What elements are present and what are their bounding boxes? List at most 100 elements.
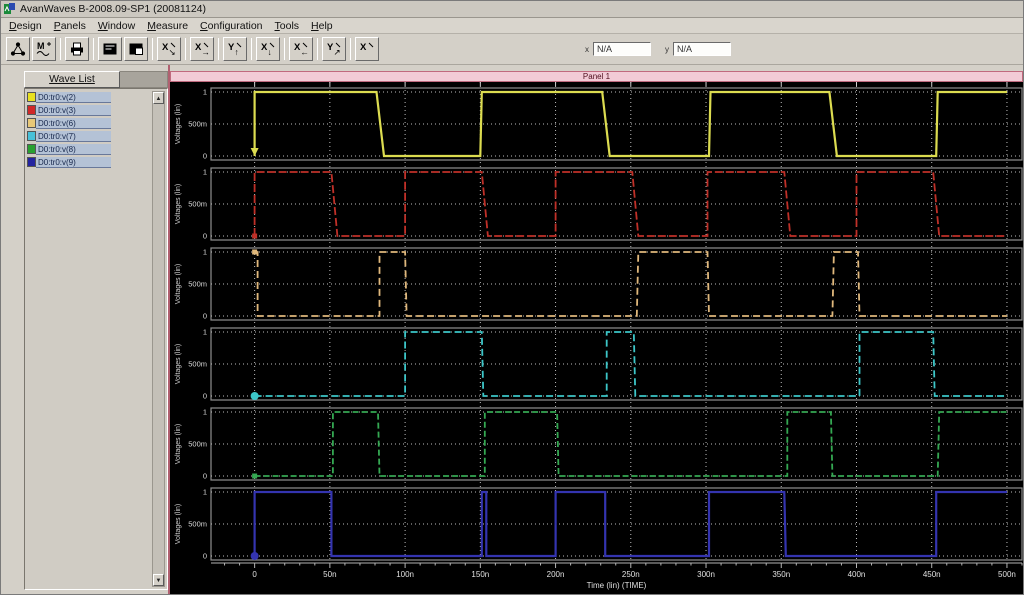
- y-axis-title: Voltages (lin): [175, 504, 182, 544]
- y-tick-label: 0: [203, 552, 207, 561]
- toolbar-separator: [218, 38, 219, 60]
- wave-list-item-5[interactable]: D0:tr0:v(9): [27, 156, 111, 168]
- y-tick-label: 0: [203, 472, 207, 481]
- zoom-x-out-button[interactable]: X ↘: [157, 37, 181, 61]
- y-tick-label: 0: [203, 392, 207, 401]
- wavelist-scrollbar[interactable]: ▲ ▼: [152, 91, 165, 587]
- sidebar-tabrow: Wave List: [24, 71, 168, 88]
- wave-list-item-1[interactable]: D0:tr0:v(3): [27, 104, 111, 116]
- svg-text:↗: ↗: [334, 47, 341, 57]
- sidebar: Wave List D0:tr0:v(2) D0:tr0:v(3) D0:tr0:v…: [1, 65, 168, 594]
- y-tick-label: 1: [203, 408, 207, 417]
- wave-color-swatch: [27, 157, 36, 167]
- menu-tools[interactable]: Tools: [269, 19, 306, 33]
- y-tick-label: 500m: [188, 360, 207, 369]
- panel-overlay-button[interactable]: [124, 37, 148, 61]
- plot-area: 1 500m 0 Voltages (lin) 1 500m 0 Voltages (lin)…: [170, 82, 1023, 594]
- svg-text:X: X: [360, 42, 367, 53]
- waveform-plot[interactable]: 1 500m 0 Voltages (lin) 1 500m 0 Voltages (lin)…: [170, 82, 1023, 594]
- zoom-x-down-icon: X ↓: [261, 42, 275, 57]
- pan-left-button[interactable]: X ←: [289, 37, 313, 61]
- x-tick-label: 50n: [323, 570, 336, 579]
- coord-field-y: y N/A: [665, 42, 731, 56]
- wave-label: D0:tr0:v(8): [36, 143, 111, 155]
- wave-list: D0:tr0:v(2) D0:tr0:v(3) D0:tr0:v(6) D0:tr0:…: [24, 88, 168, 590]
- pan-right-button[interactable]: X →: [190, 37, 214, 61]
- wave-color-swatch: [27, 131, 36, 141]
- panel-view-button[interactable]: [98, 37, 122, 61]
- zoom-x-out-icon: X ↘: [162, 42, 176, 57]
- measure-button[interactable]: M: [32, 37, 56, 61]
- y-tick-label: 1: [203, 168, 207, 177]
- y-tick-label: 1: [203, 248, 207, 257]
- y-tick-label: 500m: [188, 200, 207, 209]
- tab-wave-list[interactable]: Wave List: [24, 71, 120, 88]
- wave-list-item-3[interactable]: D0:tr0:v(7): [27, 130, 111, 142]
- y-axis-title: Voltages (lin): [175, 104, 182, 144]
- panel-titlebar[interactable]: Panel 1: [170, 71, 1023, 82]
- y-tick-label: 500m: [188, 280, 207, 289]
- menu-configuration[interactable]: Configuration: [194, 19, 268, 33]
- menubar: Design Panels Window Measure Configuration To…: [1, 18, 1023, 34]
- window-title: AvanWaves B-2008.09-SP1 (20081124): [20, 3, 207, 15]
- menu-measure[interactable]: Measure: [141, 19, 194, 33]
- y-tick-label: 500m: [188, 120, 207, 129]
- zoom-y-diag-button[interactable]: Y ↗: [322, 37, 346, 61]
- zoom-x-down-button[interactable]: X ↓: [256, 37, 280, 61]
- menu-panels[interactable]: Panels: [48, 19, 92, 33]
- y-tick-label: 0: [203, 152, 207, 161]
- waveform-canvas: Panel 1 1 500m 0 Voltages (lin) 1 500m 0 Voltag…: [168, 65, 1023, 594]
- wave-color-swatch: [27, 105, 36, 115]
- menu-design[interactable]: Design: [3, 19, 48, 33]
- wave-color-swatch: [27, 144, 36, 154]
- zoom-y-diag-icon: Y ↗: [327, 42, 341, 57]
- cursor-coordinates: x N/A y N/A: [585, 42, 745, 56]
- titlebar: AvanWaves B-2008.09-SP1 (20081124): [1, 1, 1023, 18]
- x-tick-label: 150n: [471, 570, 489, 579]
- wave-color-swatch: [27, 118, 36, 128]
- x-tick-label: 300n: [697, 570, 715, 579]
- toolbar-separator: [185, 38, 186, 60]
- pan-left-icon: X ←: [294, 42, 310, 57]
- unzoom-button[interactable]: X: [355, 37, 379, 61]
- x-axis-title: Time (lin) (TIME): [587, 581, 647, 590]
- svg-text:↑: ↑: [235, 47, 239, 57]
- wave-list-item-0[interactable]: D0:tr0:v(2): [27, 91, 111, 103]
- y-tick-label: 1: [203, 88, 207, 97]
- svg-text:→: →: [202, 47, 211, 57]
- menu-window[interactable]: Window: [92, 19, 141, 33]
- wave-label: D0:tr0:v(9): [36, 156, 111, 168]
- wave-list-item-2[interactable]: D0:tr0:v(6): [27, 117, 111, 129]
- x-tick-label: 400n: [848, 570, 866, 579]
- y-tick-label: 1: [203, 328, 207, 337]
- wave-label: D0:tr0:v(7): [36, 130, 111, 142]
- scroll-down-button[interactable]: ▼: [153, 574, 164, 586]
- measure-icon: M: [36, 41, 51, 56]
- svg-text:←: ←: [301, 47, 310, 57]
- pan-right-icon: X →: [195, 42, 211, 57]
- y-axis-title: Voltages (lin): [175, 264, 182, 304]
- x-tick-label: 350n: [772, 570, 790, 579]
- print-button[interactable]: [65, 37, 89, 61]
- x-tick-label: 450n: [923, 570, 941, 579]
- y-axis-title: Voltages (lin): [175, 424, 182, 464]
- panel-view-icon: [103, 43, 117, 55]
- app-icon: [4, 3, 15, 14]
- y-tick-label: 0: [203, 232, 207, 241]
- zoom-y-up-button[interactable]: Y ↑: [223, 37, 247, 61]
- unzoom-icon: X: [360, 42, 374, 53]
- toolbar-separator: [284, 38, 285, 60]
- toolbar-separator: [251, 38, 252, 60]
- coord-label-x: x: [585, 44, 589, 54]
- wave-label: D0:tr0:v(6): [36, 117, 111, 129]
- scroll-up-button[interactable]: ▲: [153, 92, 164, 104]
- cursor-x-field[interactable]: N/A: [593, 42, 651, 56]
- menu-help[interactable]: Help: [305, 19, 339, 33]
- x-tick-label: 500n: [998, 570, 1016, 579]
- wave-list-item-4[interactable]: D0:tr0:v(8): [27, 143, 111, 155]
- zoom-y-up-icon: Y ↑: [228, 42, 242, 57]
- design-browser-button[interactable]: [6, 37, 30, 61]
- wave-color-swatch: [27, 92, 36, 102]
- x-tick-label: 100n: [396, 570, 414, 579]
- cursor-y-field[interactable]: N/A: [673, 42, 731, 56]
